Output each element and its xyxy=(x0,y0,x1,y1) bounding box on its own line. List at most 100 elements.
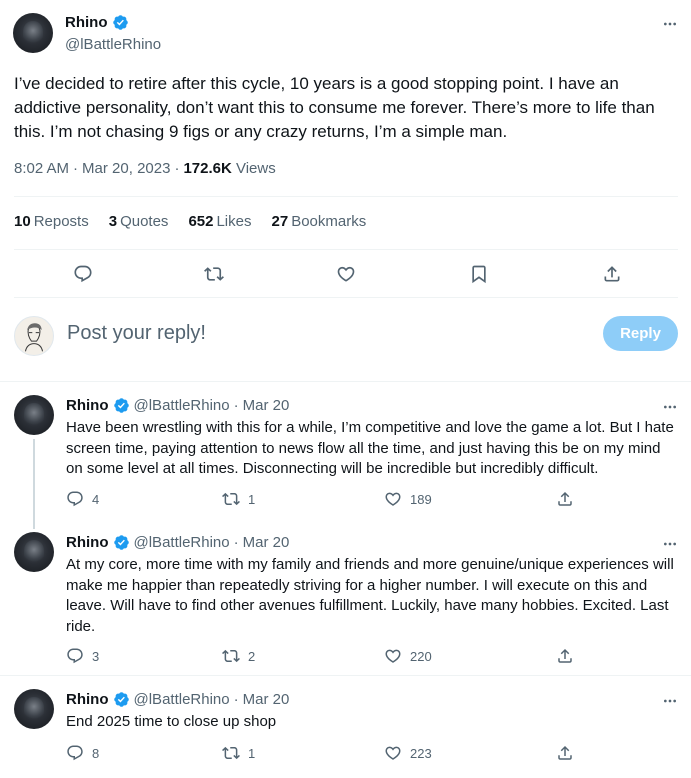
reply-button[interactable]: Reply xyxy=(603,316,678,351)
repost-action[interactable]: 1 xyxy=(222,490,255,508)
reply-icon[interactable] xyxy=(73,264,93,284)
bookmarks-stat[interactable]: 27 Bookmarks xyxy=(272,213,367,230)
reply-action[interactable]: 8 xyxy=(66,744,99,762)
views-count: 172.6K xyxy=(183,160,232,177)
reply-header: Rhino @lBattleRhino · Mar 20 xyxy=(66,534,289,551)
reply-action[interactable]: 3 xyxy=(66,647,99,665)
reply-icon xyxy=(66,647,84,665)
author-name[interactable]: Rhino xyxy=(65,14,108,31)
like-action[interactable]: 189 xyxy=(384,490,432,508)
author-avatar[interactable] xyxy=(14,395,54,435)
like-count: 223 xyxy=(410,745,432,761)
divider xyxy=(0,675,691,676)
meta-separator: · xyxy=(174,160,180,177)
like-action[interactable]: 223 xyxy=(384,744,432,762)
quotes-label: Quotes xyxy=(120,213,169,230)
bookmarks-label: Bookmarks xyxy=(291,213,367,230)
more-icon[interactable] xyxy=(660,397,680,417)
reposts-stat[interactable]: 10 Reposts xyxy=(14,213,89,230)
thread-line xyxy=(33,439,35,529)
share-icon[interactable] xyxy=(556,744,574,762)
verified-badge-icon xyxy=(113,397,130,414)
tweet-meta: 8:02 AM · Mar 20, 2023 · 172.6K Views xyxy=(14,160,276,177)
repost-icon[interactable] xyxy=(204,264,224,284)
repost-icon xyxy=(222,647,240,665)
likes-stat[interactable]: 652 Likes xyxy=(188,213,251,230)
reply-date[interactable]: Mar 20 xyxy=(243,534,290,551)
reply-composer: Post your reply! Reply xyxy=(0,298,691,382)
reply-input[interactable]: Post your reply! xyxy=(67,322,206,345)
header-separator: · xyxy=(233,534,239,551)
like-action[interactable]: 220 xyxy=(384,647,432,665)
tweet-time[interactable]: 8:02 AM xyxy=(14,160,69,177)
share-icon[interactable] xyxy=(602,264,622,284)
likes-label: Likes xyxy=(216,213,252,230)
more-icon[interactable] xyxy=(660,534,680,554)
share-icon[interactable] xyxy=(556,490,574,508)
reply-header: Rhino @lBattleRhino · Mar 20 xyxy=(66,397,289,414)
reply-date[interactable]: Mar 20 xyxy=(243,691,290,708)
reply-action[interactable]: 4 xyxy=(66,490,99,508)
like-count: 189 xyxy=(410,491,432,507)
bookmark-icon[interactable] xyxy=(469,264,489,284)
author-handle[interactable]: @lBattleRhino xyxy=(134,397,230,414)
author-handle[interactable]: @lBattleRhino xyxy=(65,36,161,53)
author-name[interactable]: Rhino xyxy=(66,397,109,414)
like-icon xyxy=(384,647,402,665)
reply-text: End 2025 time to close up shop xyxy=(66,713,277,730)
verified-badge-icon xyxy=(112,14,129,31)
like-count: 220 xyxy=(410,648,432,664)
repost-count: 2 xyxy=(248,648,256,664)
reply-action-bar: 3 2 220 xyxy=(66,647,586,667)
reply-action-bar: 8 1 223 xyxy=(66,744,586,764)
bookmarks-count: 27 xyxy=(271,213,289,230)
reply-date[interactable]: Mar 20 xyxy=(243,397,290,414)
repost-action[interactable]: 1 xyxy=(222,744,255,762)
like-icon[interactable] xyxy=(336,264,356,284)
repost-icon xyxy=(222,490,240,508)
like-icon xyxy=(384,744,402,762)
author-name-row: Rhino xyxy=(65,14,129,31)
engagement-stats: 10 Reposts 3 Quotes 652 Likes 27 Bookmarks xyxy=(14,213,366,230)
views-label: Views xyxy=(235,160,276,177)
reply-icon xyxy=(66,490,84,508)
reply-count: 8 xyxy=(92,745,100,761)
author-handle[interactable]: @lBattleRhino xyxy=(134,691,230,708)
author-name[interactable]: Rhino xyxy=(66,534,109,551)
verified-badge-icon xyxy=(113,534,130,551)
reply-tweet[interactable]: Rhino @lBattleRhino · Mar 20 At my core,… xyxy=(0,532,691,667)
reply-tweet[interactable]: Rhino @lBattleRhino · Mar 20 Have been w… xyxy=(0,395,691,529)
author-avatar[interactable] xyxy=(13,13,53,53)
quotes-stat[interactable]: 3 Quotes xyxy=(109,213,169,230)
author-avatar[interactable] xyxy=(14,689,54,729)
header-separator: · xyxy=(233,397,239,414)
reply-header: Rhino @lBattleRhino · Mar 20 xyxy=(66,691,289,708)
meta-separator: · xyxy=(73,160,79,177)
more-icon[interactable] xyxy=(660,14,680,34)
quotes-count: 3 xyxy=(108,213,118,230)
header-separator: · xyxy=(233,691,239,708)
tweet-date[interactable]: Mar 20, 2023 xyxy=(82,160,170,177)
repost-count: 1 xyxy=(248,745,256,761)
reply-icon xyxy=(66,744,84,762)
repost-icon xyxy=(222,744,240,762)
reply-text: At my core, more time with my family and… xyxy=(66,556,674,635)
author-name[interactable]: Rhino xyxy=(66,691,109,708)
reply-tweet[interactable]: Rhino @lBattleRhino · Mar 20 End 2025 ti… xyxy=(0,689,691,769)
reposts-count: 10 xyxy=(14,213,31,230)
reply-text: Have been wrestling with this for a whil… xyxy=(66,419,674,478)
author-handle[interactable]: @lBattleRhino xyxy=(134,534,230,551)
tweet-text: I’ve decided to retire after this cycle,… xyxy=(14,74,655,141)
repost-count: 1 xyxy=(248,491,256,507)
share-icon[interactable] xyxy=(556,647,574,665)
repost-action[interactable]: 2 xyxy=(222,647,255,665)
reply-action-bar: 4 1 189 xyxy=(66,490,586,510)
current-user-avatar xyxy=(14,316,54,356)
tweet-action-bar xyxy=(14,250,678,298)
verified-badge-icon xyxy=(113,691,130,708)
reply-count: 3 xyxy=(92,648,100,664)
likes-count: 652 xyxy=(188,213,214,230)
views-stat: 172.6K Views xyxy=(183,160,275,177)
more-icon[interactable] xyxy=(660,691,680,711)
author-avatar[interactable] xyxy=(14,532,54,572)
